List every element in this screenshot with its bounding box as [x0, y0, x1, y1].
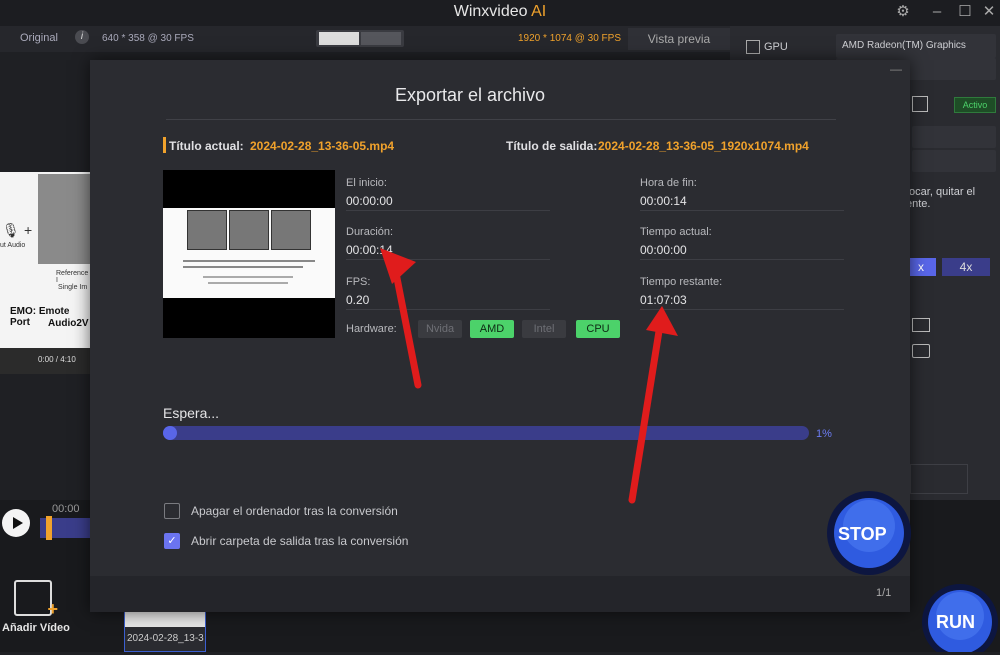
maximize-icon[interactable]: ☐: [954, 2, 976, 22]
split-view-icon[interactable]: [361, 32, 401, 45]
player-time: 0:00 / 4:10: [38, 355, 76, 364]
current-time-label: Tiempo actual:: [640, 226, 712, 238]
close-icon[interactable]: ✕: [978, 2, 1000, 22]
open-folder-label[interactable]: Abrir carpeta de salida tras la conversi…: [191, 534, 408, 548]
app-title-main: Winxvideo: [453, 3, 528, 20]
remaining-value: 01:07:03: [640, 293, 687, 307]
progress-fill: [163, 426, 177, 440]
add-video-icon[interactable]: +: [14, 580, 58, 619]
hardware-cpu[interactable]: CPU: [576, 320, 620, 338]
portrait-1: [187, 210, 227, 250]
run-label: RUN: [936, 612, 975, 632]
export-dialog: — Exportar el archivo Título actual: 202…: [90, 60, 910, 612]
description-line-1: focar, quitar el: [906, 186, 976, 198]
dialog-minimize-icon[interactable]: —: [890, 62, 902, 76]
preview-button[interactable]: Vista previa: [628, 28, 730, 50]
gpu-icon: [746, 40, 760, 54]
run-button[interactable]: RUN: [920, 580, 1000, 655]
video-thumbnail: [163, 170, 335, 338]
open-folder-checkbox[interactable]: ✓: [164, 533, 180, 549]
fps-value: 0.20: [346, 293, 370, 307]
plus-icon: +: [24, 222, 33, 238]
timeline-handle[interactable]: [46, 516, 52, 540]
portrait-image: [38, 174, 90, 264]
current-time-value: 00:00:00: [640, 243, 687, 257]
single-label: Single Im: [58, 284, 88, 291]
audio-label: ut Audio: [0, 242, 26, 249]
remaining-label: Tiempo restante:: [640, 276, 723, 288]
camera-icon[interactable]: [912, 344, 930, 358]
portrait-2: [229, 210, 269, 250]
page-count: 1/1: [876, 587, 892, 599]
info-icon[interactable]: i: [75, 30, 89, 44]
end-label: Hora de fin:: [640, 177, 697, 189]
settings-gear-icon[interactable]: ⚙: [892, 2, 914, 22]
model-select[interactable]: [912, 150, 996, 172]
expand-icon[interactable]: [912, 96, 928, 112]
app-title-ai: AI: [531, 3, 547, 20]
add-video-label[interactable]: Añadir Vídeo: [2, 622, 70, 634]
duration-label: Duración:: [346, 226, 394, 238]
shutdown-label[interactable]: Apagar el ordenador tras la conversión: [191, 504, 398, 518]
gpu-label: GPU: [764, 41, 788, 53]
hardware-label: Hardware:: [346, 323, 397, 335]
gpu-select[interactable]: AMD Radeon(TM) Graphics: [836, 34, 996, 58]
gpu-device: AMD Radeon(TM) Graphics: [842, 40, 966, 51]
current-title-label: Título actual:: [169, 139, 244, 153]
end-value: 00:00:14: [640, 194, 687, 208]
title-divider: [166, 119, 836, 120]
current-file-name: 2024-02-28_13-36-05.mp4: [250, 139, 395, 153]
thumbnail-frame: [163, 208, 335, 298]
original-label: Original: [20, 32, 58, 44]
file-thumbnail[interactable]: 2024-02-28_13-3: [124, 610, 206, 652]
copy-icon[interactable]: [912, 318, 930, 332]
status-label: Espera...: [163, 405, 220, 421]
duration-value: 00:00:14: [346, 243, 393, 257]
play-button[interactable]: [2, 509, 30, 537]
hardware-intel[interactable]: Intel: [522, 320, 566, 338]
output-box[interactable]: [910, 464, 968, 494]
active-badge: Activo: [954, 97, 996, 113]
output-resolution: 1920 * 1074 @ 30 FPS: [518, 33, 621, 44]
stop-label: STOP: [838, 524, 887, 544]
microphone-icon: 🎙: [2, 222, 20, 238]
output-file-name: 2024-02-28_13-36-05_1920x1074.mp4: [598, 139, 809, 153]
scale-option-x[interactable]: x: [906, 258, 936, 276]
progress-percent: 1%: [816, 428, 832, 440]
timeline-time: 00:00: [52, 503, 80, 515]
output-title-label: Título de salida:: [506, 139, 598, 153]
stop-button[interactable]: STOP: [826, 486, 912, 576]
preview-mode-toggle[interactable]: [316, 30, 404, 47]
accent-bar: [163, 137, 166, 153]
single-view-icon[interactable]: [319, 32, 359, 45]
mode-select[interactable]: [912, 126, 996, 148]
app-title: Winxvideo AI: [0, 3, 1000, 21]
start-label: El inicio:: [346, 177, 387, 189]
progress-bar: [163, 426, 809, 440]
reference-label: Reference I: [56, 270, 89, 284]
minimize-icon[interactable]: –: [926, 2, 948, 22]
source-preview: 🎙 + ut Audio Reference I Single Im EMO: …: [0, 172, 90, 374]
file-thumbnail-label: 2024-02-28_13-3: [127, 633, 204, 644]
dialog-footer: [90, 576, 910, 612]
hardware-nvida[interactable]: Nvida: [418, 320, 462, 338]
fps-label: FPS:: [346, 276, 371, 288]
original-resolution: 640 * 358 @ 30 FPS: [102, 33, 194, 44]
portrait-3: [271, 210, 311, 250]
start-value: 00:00:00: [346, 194, 393, 208]
scale-option-4x[interactable]: 4x: [942, 258, 990, 276]
shutdown-checkbox[interactable]: [164, 503, 180, 519]
headline-line-2: Audio2V: [48, 318, 89, 329]
dialog-title: Exportar el archivo: [394, 85, 546, 105]
hardware-amd[interactable]: AMD: [470, 320, 514, 338]
